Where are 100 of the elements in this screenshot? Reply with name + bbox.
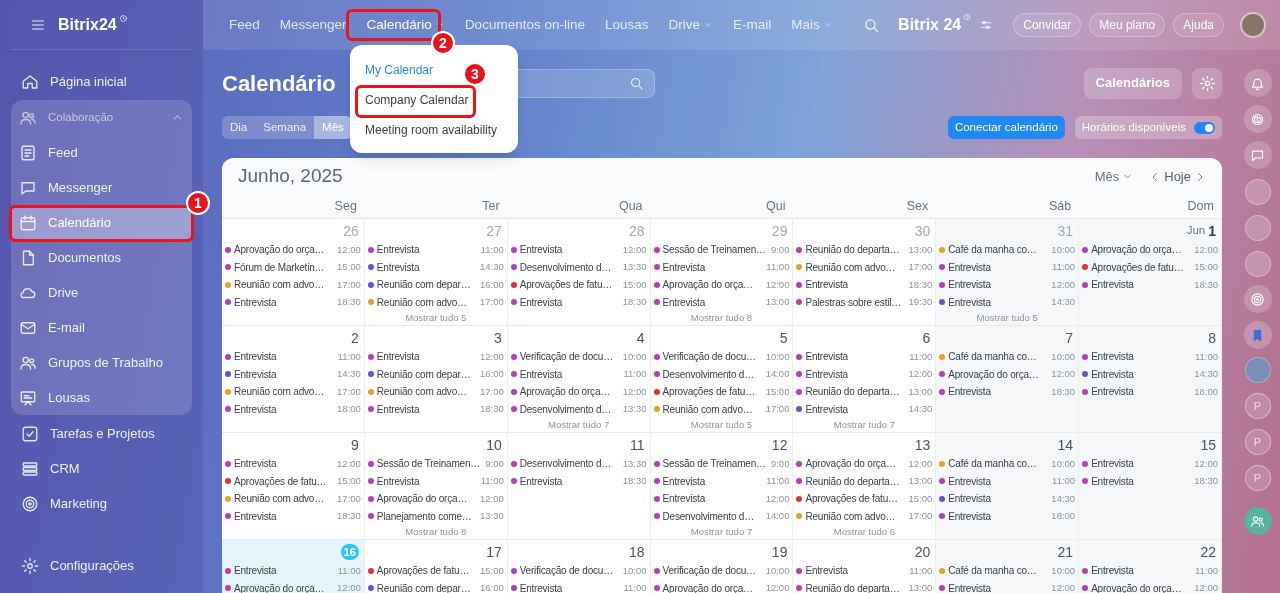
event-time: 11:00 [1194, 563, 1218, 578]
event-time: 12:00 [337, 242, 361, 257]
event-time: 18:00 [1051, 509, 1076, 524]
event-time: 15:00 [1194, 260, 1218, 275]
event-time: 12:00 [908, 456, 933, 471]
event-time: 18:30 [1194, 474, 1218, 489]
event-time: 9:00 [770, 456, 790, 471]
day-number: 5 [779, 328, 788, 348]
event-time: 18:30 [337, 295, 361, 310]
day-number: 11 [630, 435, 645, 455]
day-number: 30 [914, 221, 931, 241]
event-time: 11:00 [337, 349, 361, 364]
day-number: 12 [771, 435, 788, 455]
event-time: 13:00 [908, 384, 933, 399]
day-number: 1 [1208, 221, 1216, 241]
event-time: 18:30 [337, 509, 361, 524]
day-number: 7 [1065, 328, 1074, 348]
event-time: 18:30 [1194, 277, 1218, 292]
event-time: 13:30 [622, 456, 647, 471]
event-time: 11:00 [766, 474, 790, 489]
event-time: 12:00 [765, 277, 790, 292]
day-number: 4 [636, 328, 645, 348]
event-time: 17:00 [908, 509, 933, 524]
month-label: Jun [1186, 223, 1206, 239]
event-time: 10:00 [1051, 456, 1076, 471]
event-time: 17:00 [337, 491, 361, 506]
event-time: 12:00 [622, 242, 647, 257]
event-time: 11:00 [909, 563, 933, 578]
event-time: 14:00 [765, 367, 790, 382]
event-time: 13:00 [765, 295, 790, 310]
event-time: 18:30 [479, 402, 504, 417]
weekday-label: Ter [482, 198, 500, 216]
event-time: 18:30 [1051, 384, 1076, 399]
event-time: 9:00 [770, 242, 790, 257]
weekday-label: Seg [334, 198, 357, 216]
event-time: 18:30 [908, 277, 933, 292]
day-number: 19 [771, 542, 788, 562]
day-number: 31 [1057, 221, 1074, 241]
event-time: 14:30 [908, 402, 933, 417]
event-time: 12:00 [765, 581, 790, 593]
event-time: 13:30 [622, 260, 647, 275]
event-time: 14:30 [1194, 367, 1218, 382]
event-time: 11:00 [766, 260, 790, 275]
event-time: 12:00 [1051, 277, 1076, 292]
event-time: 14:30 [1051, 491, 1076, 506]
event-time: 11:00 [480, 474, 504, 489]
event-time: 17:00 [337, 384, 361, 399]
event-time: 12:00 [479, 349, 504, 364]
step-number-badge: 1 [186, 191, 210, 215]
day-number: 2 [351, 328, 359, 348]
day-number: 15 [1200, 435, 1216, 455]
day-number: 28 [629, 221, 645, 241]
day-number: 6 [922, 328, 931, 348]
event-time: 17:00 [765, 402, 790, 417]
event-time: 13:00 [908, 581, 933, 593]
group-label: Colaboração [48, 109, 115, 125]
weekday-label: Dom [1187, 198, 1214, 216]
event-time: 18:00 [337, 402, 361, 417]
event-time: 14:30 [337, 367, 361, 382]
event-time: 12:00 [908, 367, 933, 382]
event-time: 17:00 [479, 295, 504, 310]
weekday-label: Qui [765, 198, 786, 216]
event-time: 16:00 [479, 581, 504, 593]
event-time: 10:00 [765, 563, 790, 578]
event-time: 12:00 [479, 491, 504, 506]
event-time: 12:00 [765, 491, 790, 506]
event-time: 11:00 [1052, 260, 1076, 275]
event-time: 18:30 [622, 474, 647, 489]
day-number: 29 [771, 221, 788, 241]
event-time: 18:30 [622, 295, 647, 310]
event-time: 12:00 [1194, 581, 1218, 593]
day-number: 9 [351, 435, 359, 455]
day-number: 3 [493, 328, 502, 348]
event-time: 13:00 [908, 474, 933, 489]
day-number: 17 [486, 542, 502, 562]
event-time: 11:00 [480, 242, 504, 257]
event-time: 16:00 [479, 367, 504, 382]
event-time: 16:00 [479, 277, 504, 292]
event-time: 15:00 [337, 260, 361, 275]
event-time: 18:00 [1194, 384, 1218, 399]
event-time: 10:00 [622, 563, 647, 578]
availability-label: Horários disponíveis [1081, 119, 1186, 135]
logo-text: Bitrix 24 [898, 15, 962, 35]
event-time: 10:00 [1051, 563, 1076, 578]
weekday-label: Sáb [1048, 198, 1072, 216]
event-time: 17:00 [479, 384, 504, 399]
event-time: 14:30 [479, 260, 504, 275]
event-time: 11:00 [1194, 349, 1218, 364]
event-time: 14:30 [1051, 295, 1076, 310]
event-time: 12:00 [337, 456, 361, 471]
event-time: 11:00 [623, 367, 647, 382]
event-time: 14:00 [765, 509, 790, 524]
day-number: 13 [914, 435, 931, 455]
event-time: 11:00 [909, 349, 933, 364]
day-number: 10 [486, 435, 502, 455]
event-time: 12:00 [1051, 581, 1076, 593]
event-time: 19:30 [908, 295, 933, 310]
weekday-label: Qua [618, 198, 643, 216]
day-number: 22 [1200, 542, 1216, 562]
day-number: 8 [1208, 328, 1216, 348]
